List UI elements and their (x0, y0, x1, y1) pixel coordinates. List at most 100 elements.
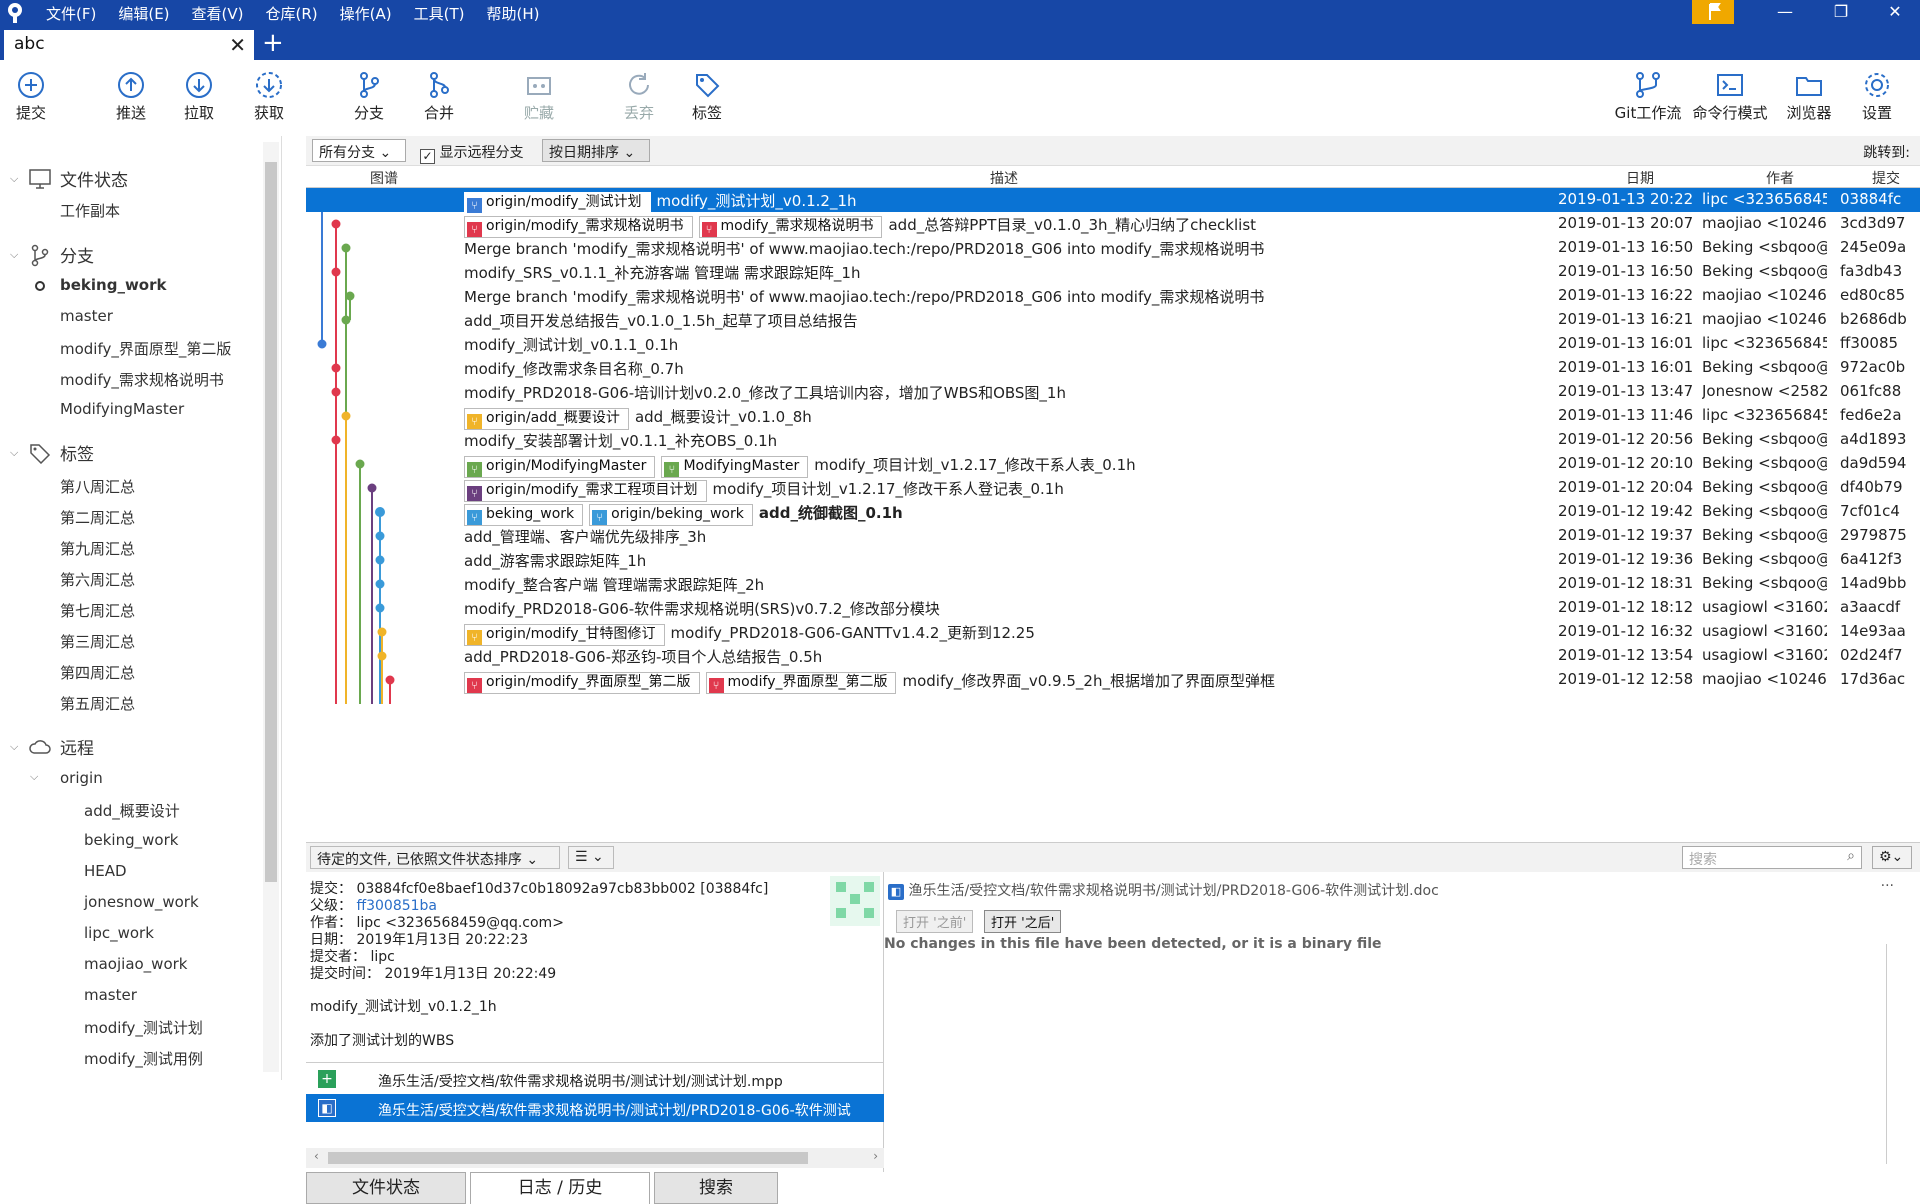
stash-button[interactable]: 贮藏 (504, 70, 574, 123)
scrollbar-thumb[interactable] (265, 162, 277, 882)
flag-icon[interactable] (1692, 0, 1734, 24)
pending-files-dropdown[interactable]: 待定的文件, 已依照文件状态排序 ⌄ (310, 846, 560, 869)
column-graph[interactable]: 图谱 (370, 168, 398, 188)
chevron-down-icon[interactable]: ⌵ (10, 248, 28, 262)
list-view-dropdown[interactable]: ☰ ⌄ (568, 846, 614, 869)
open-before-button[interactable]: 打开 '之前' (896, 910, 974, 933)
chevron-right-icon[interactable]: › (873, 1149, 878, 1163)
merge-button[interactable]: 合并 (404, 70, 474, 123)
sidebar-branch-item[interactable]: modify_界面原型_第二版 (60, 338, 231, 359)
chevron-down-icon[interactable]: ⌵ (10, 446, 28, 460)
table-row[interactable]: add_游客需求跟踪矩阵_1h 2019-01-12 19:36 Beking <s… (306, 548, 1920, 572)
branch-badge[interactable]: ⑂ origin/modify_界面原型_第二版 (464, 672, 700, 694)
menu-help[interactable]: 帮助(H) (486, 3, 539, 24)
branch-badge[interactable]: ⑂ origin/modify_需求工程项目计划 (464, 480, 707, 502)
pull-button[interactable]: 拉取 (164, 70, 234, 123)
branch-badge[interactable]: ⑂ modify_需求规格说明书 (698, 216, 883, 238)
sidebar-tag-item[interactable]: 第九周汇总 (60, 538, 135, 559)
table-row[interactable]: add_管理端、客户端优先级排序_3h 2019-01-12 19:37 Bekin… (306, 524, 1920, 548)
sidebar-branch-item[interactable]: ModifyingMaster (60, 400, 184, 418)
menu-view[interactable]: 查看(V) (192, 3, 244, 24)
branch-badge[interactable]: ⑂ origin/modify_需求规格说明书 (464, 216, 693, 238)
sidebar-remote-item[interactable]: maojiao_work (84, 955, 187, 973)
file-list-item-selected[interactable]: ◧ 渔乐生活/受控文档/软件需求规格说明书/测试计划/PRD2018-G06-软… (306, 1094, 884, 1122)
sidebar-tag-item[interactable]: 第八周汇总 (60, 476, 135, 497)
table-row[interactable]: modify_PRD2018-G06-软件需求规格说明(SRS)v0.7.2_修… (306, 596, 1920, 620)
table-row[interactable]: ⑂ origin/modify_界面原型_第二版 ⑂ modify_界面原型_第二版 m… (306, 668, 1920, 694)
column-author[interactable]: 作者 (1766, 168, 1794, 188)
branch-badge[interactable]: ⑂ ModifyingMaster (661, 456, 809, 478)
sidebar-remote-item[interactable]: master (84, 986, 137, 1004)
menu-file[interactable]: 文件(F) (46, 3, 96, 24)
column-commit[interactable]: 提交 (1872, 168, 1900, 188)
table-row[interactable]: modify_PRD2018-G06-培训计划v0.2.0_修改了工具培训内容，… (306, 380, 1920, 404)
branch-button[interactable]: 分支 (334, 70, 404, 123)
branch-badge[interactable]: ⑂ beking_work (464, 504, 584, 526)
sidebar-tags[interactable]: ⌵ 标签 (10, 440, 94, 465)
push-button[interactable]: 推送 (96, 70, 166, 123)
sidebar-tag-item[interactable]: 第七周汇总 (60, 600, 135, 621)
new-tab-button[interactable]: + (262, 28, 284, 58)
explorer-button[interactable]: 浏览器 (1774, 70, 1844, 123)
scrollbar-thumb[interactable] (328, 1152, 808, 1164)
sidebar-branches[interactable]: ⌵ 分支 (10, 242, 94, 267)
tab-file-status[interactable]: 文件状态 (306, 1172, 466, 1204)
checkbox-checked-icon[interactable]: ✓ (420, 149, 435, 164)
tab-log-history[interactable]: 日志 / 历史 (470, 1172, 650, 1204)
chevron-down-icon[interactable]: ⌵ (10, 740, 28, 754)
branch-badge[interactable]: ⑂ origin/modify_甘特图修订 (464, 624, 665, 646)
show-remote-toggle[interactable]: ✓ 显示远程分支 (420, 142, 523, 164)
table-row[interactable]: Merge branch 'modify_需求规格说明书' of www.mao… (306, 236, 1920, 260)
fetch-button[interactable]: 获取 (234, 70, 304, 123)
table-row[interactable]: ⑂ beking_work ⑂ origin/beking_work add_统御截图_… (306, 500, 1920, 526)
sidebar-scrollbar[interactable] (263, 142, 279, 1072)
sidebar-tag-item[interactable]: 第五周汇总 (60, 693, 135, 714)
sidebar-remote-item[interactable]: jonesnow_work (84, 893, 199, 911)
horizontal-scrollbar[interactable]: ‹ › (306, 1148, 884, 1168)
branch-filter-dropdown[interactable]: 所有分支 ⌄ (312, 139, 406, 162)
gitflow-button[interactable]: Git工作流 (1606, 70, 1690, 123)
sidebar-remote-item[interactable]: modify_测试用例 (84, 1048, 203, 1069)
restore-button[interactable]: ❐ (1816, 0, 1866, 26)
tab-search[interactable]: 搜索 (654, 1172, 778, 1204)
sidebar-tag-item[interactable]: 第二周汇总 (60, 507, 135, 528)
minimize-button[interactable]: — (1760, 0, 1810, 26)
sidebar-remote-item[interactable]: lipc_work (84, 924, 154, 942)
discard-button[interactable]: 丢弃 (604, 70, 674, 123)
table-row[interactable]: modify_修改需求条目名称_0.7h 2019-01-13 16:01 Beki… (306, 356, 1920, 380)
column-description[interactable]: 描述 (990, 168, 1018, 188)
settings-dropdown[interactable]: ⚙⌄ (1872, 846, 1912, 869)
sidebar-remote-item[interactable]: HEAD (84, 862, 127, 880)
table-row[interactable]: ⑂ origin/ModifyingMaster ⑂ ModifyingMaster m… (306, 452, 1920, 478)
table-row[interactable]: Merge branch 'modify_需求规格说明书' of www.mao… (306, 284, 1920, 308)
menu-tools[interactable]: 工具(T) (414, 3, 465, 24)
terminal-button[interactable]: 命令行模式 (1686, 70, 1774, 123)
close-tab-icon[interactable]: ✕ (229, 33, 246, 57)
table-row[interactable]: modify_整合客户端 管理端需求跟踪矩阵_2h 2019-01-12 18:3… (306, 572, 1920, 596)
menu-edit[interactable]: 编辑(E) (118, 3, 169, 24)
sidebar-branch-item[interactable]: modify_需求规格说明书 (60, 369, 224, 390)
sidebar-tag-item[interactable]: 第六周汇总 (60, 569, 135, 590)
chevron-down-icon[interactable]: ⌵ (10, 172, 28, 186)
repo-tab[interactable]: abc ✕ (4, 30, 254, 60)
chevron-left-icon[interactable]: ‹ (314, 1149, 319, 1163)
branch-badge[interactable]: ⑂ origin/add_概要设计 (464, 408, 629, 430)
table-row[interactable]: ⑂ origin/add_概要设计 add_概要设计_v0.1.0_8h 2019-0… (306, 404, 1920, 430)
table-row[interactable]: modify_测试计划_v0.1.1_0.1h 2019-01-13 16:01 l… (306, 332, 1920, 356)
sidebar-item-working-copy[interactable]: 工作副本 (60, 200, 120, 221)
sidebar-branch-item[interactable]: beking_work (60, 276, 166, 294)
table-row[interactable]: ⑂ origin/modify_甘特图修订 modify_PRD2018-G06-G… (306, 620, 1920, 646)
jump-to-label[interactable]: 跳转到: (1863, 142, 1910, 162)
menu-repo[interactable]: 仓库(R) (266, 3, 318, 24)
tag-button[interactable]: 标签 (672, 70, 742, 123)
chevron-down-icon[interactable]: ⌵ (30, 770, 38, 784)
table-row[interactable]: ⑂ origin/modify_需求规格说明书 ⑂ modify_需求规格说明书 add… (306, 212, 1920, 238)
table-row[interactable]: modify_SRS_v0.1.1_补充游客端 管理端 需求跟踪矩阵_1h 201… (306, 260, 1920, 284)
sidebar-branch-item[interactable]: master (60, 307, 113, 325)
more-options-icon[interactable]: ··· (1881, 878, 1894, 894)
sidebar-file-status[interactable]: ⌵ 文件状态 (10, 166, 128, 191)
file-list-item[interactable]: + 渔乐生活/受控文档/软件需求规格说明书/测试计划/测试计划.mpp (306, 1064, 884, 1094)
column-date[interactable]: 日期 (1626, 168, 1654, 188)
sidebar-remote-origin[interactable]: origin (60, 769, 103, 787)
branch-badge[interactable]: ⑂ origin/modify_测试计划 (464, 192, 651, 214)
